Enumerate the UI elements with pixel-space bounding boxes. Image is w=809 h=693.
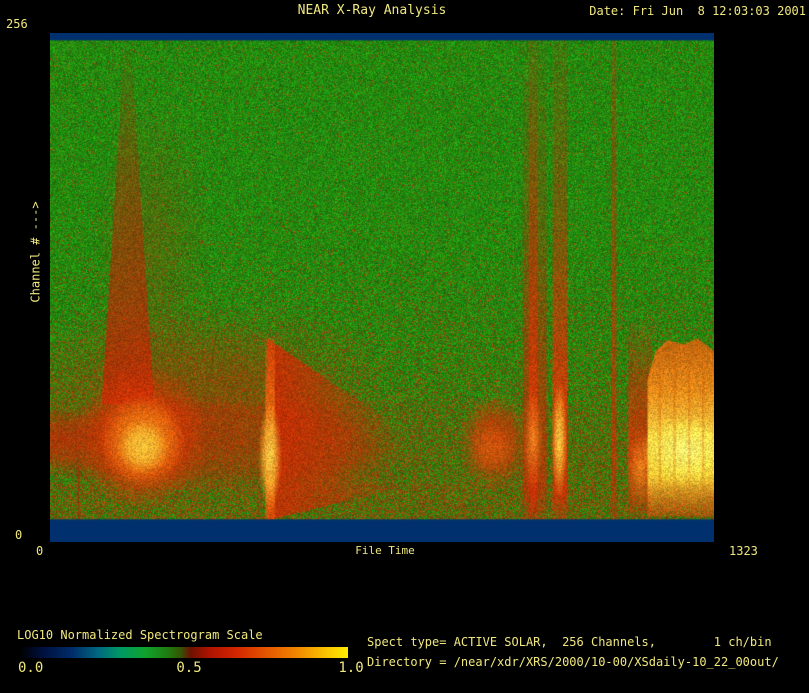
x-axis-max-label: 1323 xyxy=(729,545,758,558)
app-window: NEAR X-Ray Analysis Date: Fri Jun 8 12:0… xyxy=(0,0,809,693)
date-label: Date: Fri Jun 8 12:03:03 2001 xyxy=(589,5,806,18)
x-axis-min-label: 0 xyxy=(36,545,43,558)
colorbar-gradient xyxy=(20,647,348,658)
colorbar-title: LOG10 Normalized Spectrogram Scale xyxy=(17,629,263,642)
x-axis-title: File Time xyxy=(355,545,415,557)
spect-type-label: Spect type= ACTIVE SOLAR, 256 Channels, … xyxy=(367,636,772,649)
y-axis-min-label: 0 xyxy=(15,529,22,542)
directory-label: Directory = /near/xdr/XRS/2000/10-00/XSd… xyxy=(367,656,779,669)
colorbar-tick-min: 0.0 xyxy=(18,661,43,676)
page-title: NEAR X-Ray Analysis xyxy=(298,4,447,18)
y-axis-title: Channel # ---> xyxy=(29,201,42,302)
spectrogram-heatmap xyxy=(50,33,714,542)
colorbar-tick-mid: 0.5 xyxy=(176,661,201,676)
colorbar-tick-max: 1.0 xyxy=(338,661,363,676)
y-axis-max-label: 256 xyxy=(6,18,28,31)
